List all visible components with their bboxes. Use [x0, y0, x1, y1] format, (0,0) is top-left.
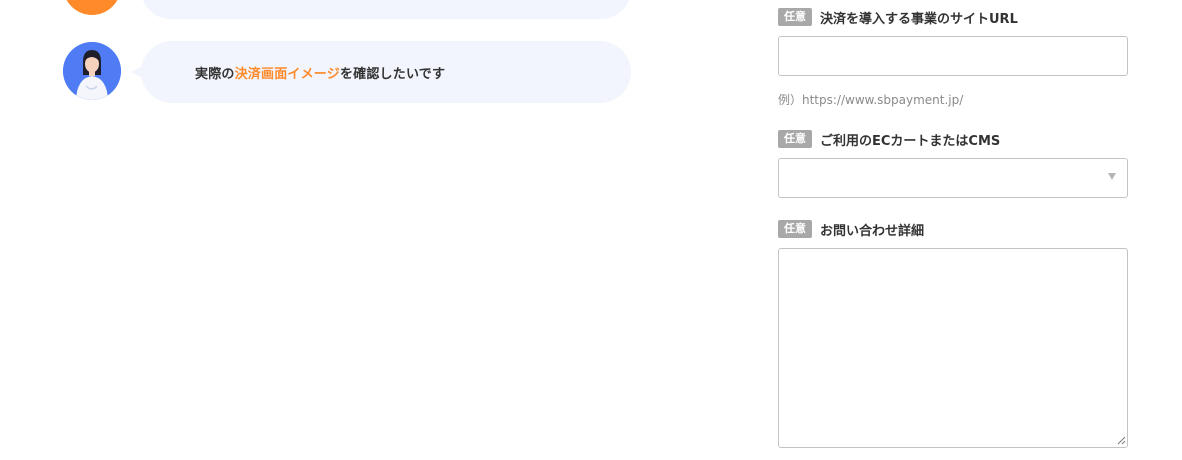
site-url-label-row: 任意 決済を導入する事業のサイトURL	[778, 7, 1018, 27]
resize-grip-icon[interactable]	[1117, 436, 1126, 445]
bubble-highlight: 決済画面イメージ	[234, 66, 340, 82]
ec-cart-label: ご利用のECカートまたはCMS	[820, 133, 1001, 149]
bubble-suffix: を確認したいです	[339, 66, 446, 82]
site-url-label: 決済を導入する事業のサイトURL	[820, 11, 1018, 27]
inquiry-detail-label-row: 任意 お問い合わせ詳細	[778, 219, 924, 239]
chevron-down-icon[interactable]	[1108, 173, 1116, 180]
site-url-input[interactable]	[778, 36, 1128, 76]
bubble-prefix: 実際の	[195, 66, 235, 82]
chat-bubble: 実際の決済画面イメージを確認したいです	[141, 41, 631, 103]
chat-bubble-text: 実際の決済画面イメージを確認したいです	[195, 63, 445, 82]
inquiry-detail-label: お問い合わせ詳細	[820, 223, 925, 239]
inquiry-detail-textarea[interactable]	[778, 248, 1128, 448]
ec-cart-select[interactable]	[778, 158, 1128, 198]
optional-badge: 任意	[778, 130, 812, 148]
chat-bubble-previous	[141, 0, 631, 19]
avatar-woman-icon	[63, 42, 121, 100]
optional-badge: 任意	[778, 8, 812, 26]
optional-badge: 任意	[778, 220, 812, 238]
ec-cart-label-row: 任意 ご利用のECカートまたはCMS	[778, 129, 1000, 149]
avatar-orange	[63, 0, 121, 15]
site-url-hint: 例）https://www.sbpayment.jp/	[778, 93, 964, 107]
